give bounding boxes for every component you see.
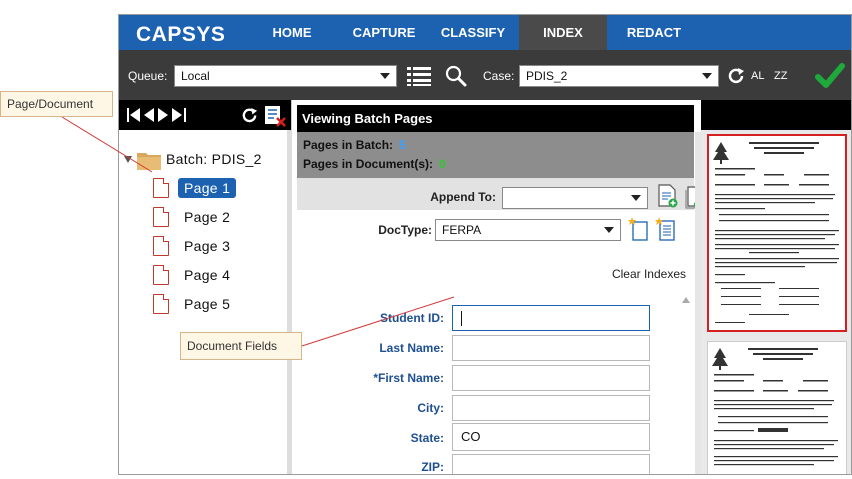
callout-page-document: Page/Document [0,91,113,117]
callout-document-fields: Document Fields [180,332,302,360]
callout-lines [61,116,455,347]
